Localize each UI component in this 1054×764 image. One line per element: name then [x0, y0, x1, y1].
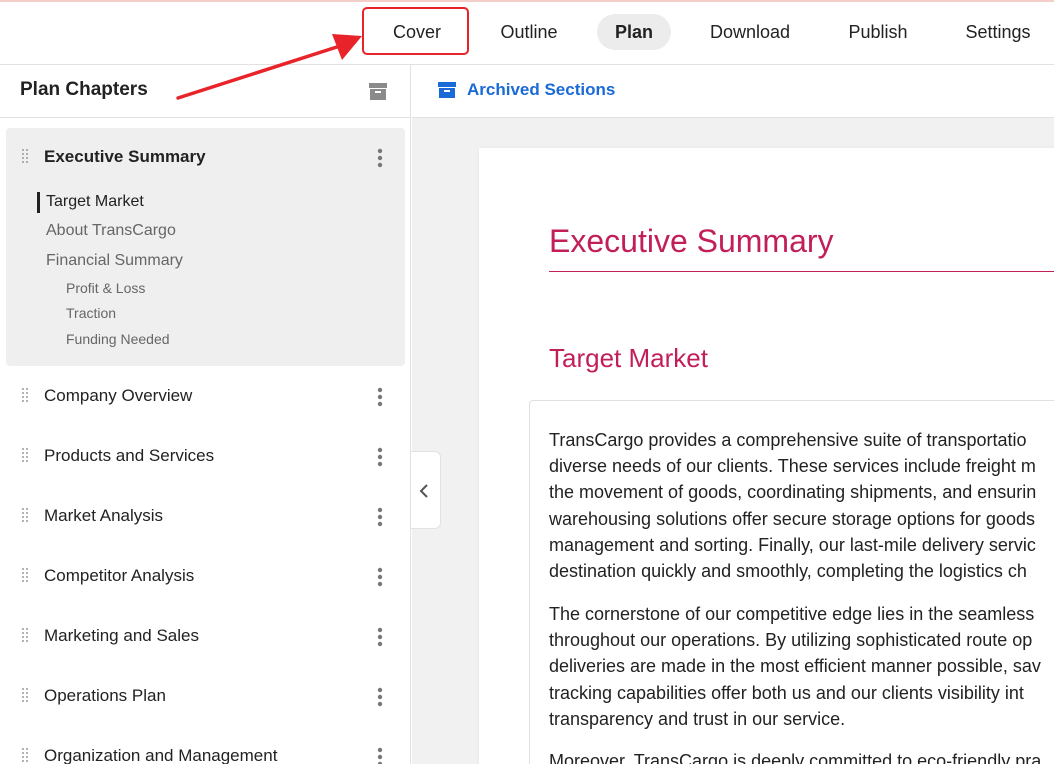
more-vertical-icon[interactable]: [372, 565, 388, 589]
paragraph-line: Moreover, TransCargo is deeply committed…: [549, 751, 1042, 764]
drag-handle-icon[interactable]: [21, 627, 29, 645]
paragraph-1: TransCargo provides a comprehensive suit…: [549, 427, 1054, 584]
chapter-label: Marketing and Sales: [44, 626, 199, 645]
chapter-label: Competitor Analysis: [44, 566, 195, 585]
subsection-funding-needed[interactable]: Funding Needed: [66, 331, 170, 347]
chapter-label: Products and Services: [44, 446, 215, 465]
nav-tab-outline[interactable]: Outline: [486, 14, 572, 50]
sidebar-title: Plan Chapters: [20, 79, 148, 100]
drag-handle-icon[interactable]: [21, 687, 29, 705]
nav-tab-plan[interactable]: Plan: [597, 14, 671, 50]
paragraph-line: TransCargo provides a comprehensive suit…: [549, 430, 1027, 450]
drag-handle-icon[interactable]: [21, 387, 29, 405]
sidebar: Plan Chapters Executive Summary Target M…: [0, 65, 411, 764]
more-vertical-icon[interactable]: [372, 385, 388, 409]
chapter-label: Organization and Management: [44, 746, 278, 764]
document-page: Executive Summary Target Market TransCar…: [479, 148, 1054, 764]
chapter-competitor-analysis[interactable]: Competitor Analysis: [0, 557, 410, 597]
chapter-executive-summary[interactable]: Executive Summary: [0, 138, 410, 178]
chapter-label: Executive Summary: [44, 147, 206, 166]
collapse-sidebar-button[interactable]: [411, 451, 441, 529]
paragraph-3: Moreover, TransCargo is deeply committed…: [549, 748, 1054, 764]
paragraph-2: The cornerstone of our competitive edge …: [549, 601, 1054, 732]
more-vertical-icon[interactable]: [372, 745, 388, 764]
title-divider: [549, 271, 1054, 272]
chapter-label: Market Analysis: [44, 506, 164, 525]
drag-handle-icon[interactable]: [21, 507, 29, 525]
paragraph-line: warehousing solutions offer secure stora…: [549, 508, 1035, 529]
paragraph-line: management and sorting. Finally, our las…: [549, 534, 1036, 555]
paragraph-line: The cornerstone of our competitive edge …: [549, 604, 1035, 624]
chapter-marketing-and-sales[interactable]: Marketing and Sales: [0, 617, 410, 657]
drag-handle-icon[interactable]: [21, 747, 29, 764]
paragraph-line: destination quickly and smoothly, comple…: [549, 561, 1027, 582]
paragraph-line: the movement of goods, coordinating ship…: [549, 482, 1037, 503]
document-title: Executive Summary: [549, 223, 834, 259]
archived-sections-link[interactable]: Archived Sections: [467, 80, 615, 100]
chapter-market-analysis[interactable]: Market Analysis: [0, 497, 410, 537]
section-about-transcargo[interactable]: About TransCargo: [46, 222, 176, 240]
chapter-label: Operations Plan: [44, 686, 166, 705]
chapter-operations-plan[interactable]: Operations Plan: [0, 677, 410, 717]
chapter-products-and-services[interactable]: Products and Services: [0, 437, 410, 477]
more-vertical-icon[interactable]: [372, 685, 388, 709]
paragraph-line: deliveries are made in the most efficien…: [549, 656, 1041, 677]
section-heading: Target Market: [549, 343, 708, 373]
paragraph-line: tracking capabilities offer both us and …: [549, 682, 1024, 703]
top-navigation: Cover Outline Plan Download Publish Sett…: [0, 2, 1054, 65]
archive-icon[interactable]: [368, 81, 388, 101]
archive-icon[interactable]: [438, 81, 456, 99]
paragraph-line: throughout our operations. By utilizing …: [549, 630, 1033, 651]
drag-handle-icon[interactable]: [21, 447, 29, 465]
paragraph-line: diverse needs of our clients. These serv…: [549, 456, 1036, 477]
more-vertical-icon[interactable]: [372, 445, 388, 469]
chevron-left-icon: [419, 484, 428, 498]
paragraph-line: transparency and trust in our service.: [549, 708, 846, 729]
drag-handle-icon[interactable]: [21, 567, 29, 585]
more-vertical-icon[interactable]: [372, 505, 388, 529]
section-target-market[interactable]: Target Market: [46, 193, 144, 211]
more-vertical-icon[interactable]: [372, 146, 388, 170]
nav-tab-settings[interactable]: Settings: [954, 14, 1042, 50]
subsection-profit-loss[interactable]: Profit & Loss: [66, 280, 145, 296]
nav-tab-download[interactable]: Download: [700, 14, 800, 50]
main-header: Archived Sections: [412, 65, 1054, 118]
nav-tab-publish[interactable]: Publish: [832, 14, 924, 50]
section-financial-summary[interactable]: Financial Summary: [46, 252, 183, 270]
nav-tab-cover[interactable]: Cover: [365, 14, 469, 50]
current-section-indicator: [37, 192, 40, 213]
sidebar-header: Plan Chapters: [0, 65, 410, 118]
chapter-label: Company Overview: [44, 386, 193, 405]
more-vertical-icon[interactable]: [372, 625, 388, 649]
chapter-company-overview[interactable]: Company Overview: [0, 377, 410, 417]
drag-handle-icon[interactable]: [21, 148, 29, 166]
chapter-organization-and-management[interactable]: Organization and Management: [0, 737, 410, 764]
subsection-traction[interactable]: Traction: [66, 305, 116, 321]
main-content: Archived Sections Executive Summary Targ…: [412, 65, 1054, 764]
